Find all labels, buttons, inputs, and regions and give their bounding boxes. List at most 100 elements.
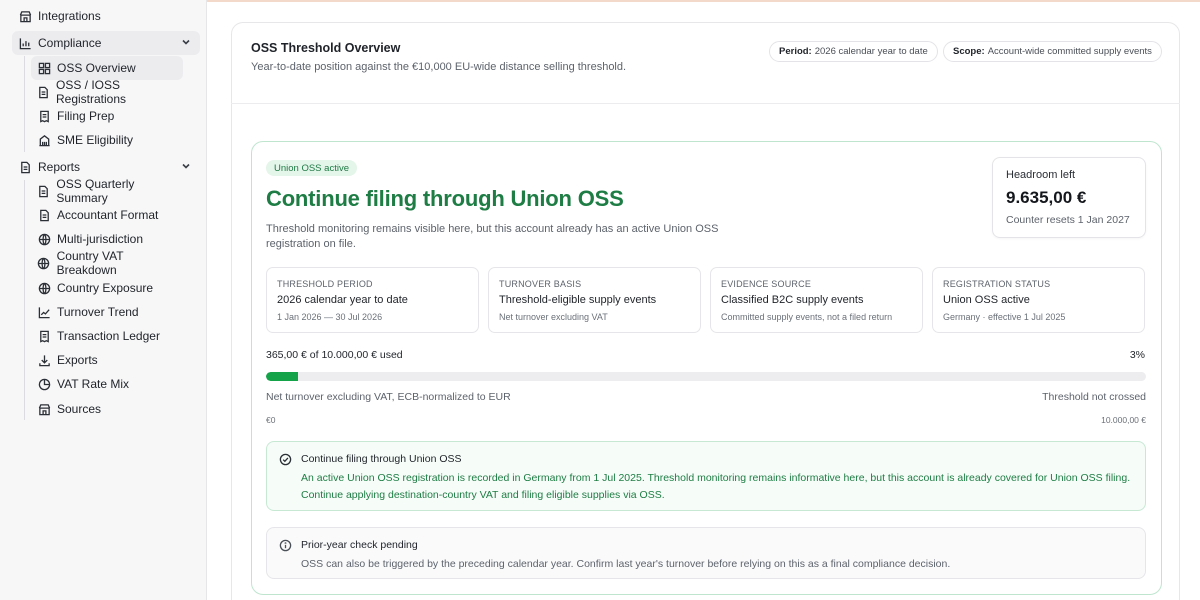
sidebar-item-label: OSS / IOSS Registrations <box>56 78 127 106</box>
receipt-icon <box>37 329 51 343</box>
tree-guide-line <box>24 180 25 420</box>
sidebar-item-label: SME Eligibility <box>57 133 134 147</box>
stat-key: REGISTRATION STATUS <box>943 279 1051 289</box>
sidebar-item-label: OSS Overview <box>57 61 136 75</box>
sidebar-item-vat-rate-mix[interactable]: VAT Rate Mix <box>31 372 183 396</box>
sidebar-group-compliance[interactable]: Compliance <box>12 31 200 55</box>
bar-chart-icon <box>18 36 32 50</box>
alert-body: An active Union OSS registration is reco… <box>301 472 1131 501</box>
status-lead-text: Threshold monitoring remains visible her… <box>266 223 719 250</box>
sidebar-item-integrations[interactable]: Integrations <box>12 4 200 28</box>
sidebar-item-oss-ioss-registrations[interactable]: OSS / IOSS Registrations <box>31 78 183 106</box>
sidebar-item-turnover-trend[interactable]: Turnover Trend <box>31 300 183 324</box>
document-icon <box>37 85 50 99</box>
sidebar-item-exports[interactable]: Exports <box>31 348 183 372</box>
alert-body: OSS can also be triggered by the precedi… <box>301 558 951 570</box>
sidebar-item-label: Country Exposure <box>57 281 154 295</box>
document-icon <box>18 160 32 174</box>
overview-header: OSS Threshold Overview Year-to-date posi… <box>231 22 1180 104</box>
sidebar-item-filing-prep[interactable]: Filing Prep <box>31 104 183 128</box>
sidebar-group-label: Compliance <box>38 36 102 50</box>
alert-title: Prior-year check pending <box>301 539 418 551</box>
stat-key: THRESHOLD PERIOD <box>277 279 373 289</box>
headroom-footnote: Counter resets 1 Jan 2027 <box>1006 214 1130 226</box>
globe-icon <box>37 232 51 246</box>
sidebar-item-label: Transaction Ledger <box>57 329 160 343</box>
threshold-progress-fill <box>266 372 299 381</box>
sidebar-item-country-exposure[interactable]: Country Exposure <box>31 276 183 300</box>
sidebar-item-label: Multi-jurisdiction <box>57 232 144 246</box>
stat-value: Classified B2C supply events <box>721 294 864 306</box>
threshold-used-text: 365,00 € of 10.000,00 € used <box>266 349 403 361</box>
page-subtitle: Year-to-date position against the €10,00… <box>251 61 627 73</box>
line-chart-icon <box>37 305 51 319</box>
sidebar-item-label: Country VAT Breakdown <box>56 249 124 277</box>
globe-icon <box>37 281 51 295</box>
stat-value: 2026 calendar year to date <box>277 294 408 306</box>
sidebar-item-label: OSS Quarterly Summary <box>56 177 135 205</box>
top-accent-stripe <box>207 0 1200 2</box>
period-chip-label: Period: <box>779 46 812 57</box>
store-icon <box>37 402 51 416</box>
building-icon <box>37 133 51 147</box>
sidebar-item-oss-quarterly-summary[interactable]: OSS Quarterly Summary <box>31 177 183 205</box>
period-chip: Period: 2026 calendar year to date <box>769 41 938 62</box>
stat-key: TURNOVER BASIS <box>499 279 582 289</box>
sidebar-item-label: Turnover Trend <box>57 305 139 319</box>
sidebar-item-sme-eligibility[interactable]: SME Eligibility <box>31 128 183 152</box>
stat-value: Threshold-eligible supply events <box>499 294 657 306</box>
stat-note: Committed supply events, not a filed ret… <box>721 312 893 322</box>
sidebar-item-sources[interactable]: Sources <box>31 397 183 421</box>
union-oss-alert: Continue filing through Union OSS An act… <box>266 441 1146 511</box>
sidebar-item-label: Integrations <box>38 9 101 23</box>
page-title: OSS Threshold Overview <box>251 41 401 55</box>
headroom-value: 9.635,00 € <box>1006 188 1087 207</box>
scope-chip: Scope: Account-wide committed supply eve… <box>943 41 1162 62</box>
sidebar-item-transaction-ledger[interactable]: Transaction Ledger <box>31 324 183 348</box>
sidebar: Integrations Compliance OSS Overview OSS… <box>0 0 207 600</box>
tree-guide-line <box>24 56 25 152</box>
store-icon <box>18 9 32 23</box>
threshold-percent: 3% <box>1129 349 1145 361</box>
stat-evidence-source: EVIDENCE SOURCE Classified B2C supply ev… <box>710 267 923 333</box>
status-headline: Continue filing through Union OSS <box>266 186 624 211</box>
sidebar-item-multi-jurisdiction[interactable]: Multi-jurisdiction <box>31 227 183 251</box>
scope-chip-value: Account-wide committed supply events <box>987 46 1152 57</box>
stat-note: Germany · effective 1 Jul 2025 <box>943 312 1066 322</box>
sidebar-group-label: Reports <box>38 160 81 174</box>
sidebar-item-accountant-format[interactable]: Accountant Format <box>31 203 183 227</box>
globe-icon <box>37 256 51 270</box>
stat-threshold-period: THRESHOLD PERIOD 2026 calendar year to d… <box>266 267 479 333</box>
chevron-down-icon[interactable] <box>180 160 192 172</box>
sidebar-item-label: Filing Prep <box>57 109 115 123</box>
threshold-state: Threshold not crossed <box>1042 391 1146 403</box>
sidebar-group-reports[interactable]: Reports <box>12 155 200 179</box>
stat-note: 1 Jan 2026 — 30 Jul 2026 <box>277 312 383 322</box>
turnover-basis-note: Net turnover excluding VAT, ECB-normaliz… <box>266 391 511 403</box>
chevron-down-icon[interactable] <box>180 36 192 48</box>
info-icon <box>279 539 292 552</box>
scope-chip-label: Scope: <box>953 46 985 57</box>
check-circle-icon <box>279 453 292 466</box>
receipt-icon <box>37 109 51 123</box>
dashboard-grid-icon <box>37 61 51 75</box>
headroom-label: Headroom left <box>1006 169 1076 181</box>
status-badge: Union OSS active <box>266 160 357 176</box>
prior-year-alert: Prior-year check pending OSS can also be… <box>266 527 1146 579</box>
document-icon <box>37 184 50 198</box>
download-icon <box>37 353 51 367</box>
stat-note: Net turnover excluding VAT <box>499 312 608 322</box>
pie-chart-icon <box>37 377 51 391</box>
headroom-card: Headroom left 9.635,00 € Counter resets … <box>992 157 1146 238</box>
document-icon <box>37 208 51 222</box>
progress-max-label: 10.000,00 € <box>1101 415 1146 425</box>
stat-registration-status: REGISTRATION STATUS Union OSS active Ger… <box>932 267 1145 333</box>
sidebar-item-label: Sources <box>57 402 102 416</box>
stat-key: EVIDENCE SOURCE <box>721 279 812 289</box>
threshold-progress-bar <box>266 372 1146 381</box>
progress-min-label: €0 <box>266 415 276 425</box>
sidebar-item-oss-overview[interactable]: OSS Overview <box>31 56 183 80</box>
sidebar-item-label: Accountant Format <box>57 208 159 222</box>
stat-turnover-basis: TURNOVER BASIS Threshold-eligible supply… <box>488 267 701 333</box>
sidebar-item-country-vat-breakdown[interactable]: Country VAT Breakdown <box>31 249 183 277</box>
